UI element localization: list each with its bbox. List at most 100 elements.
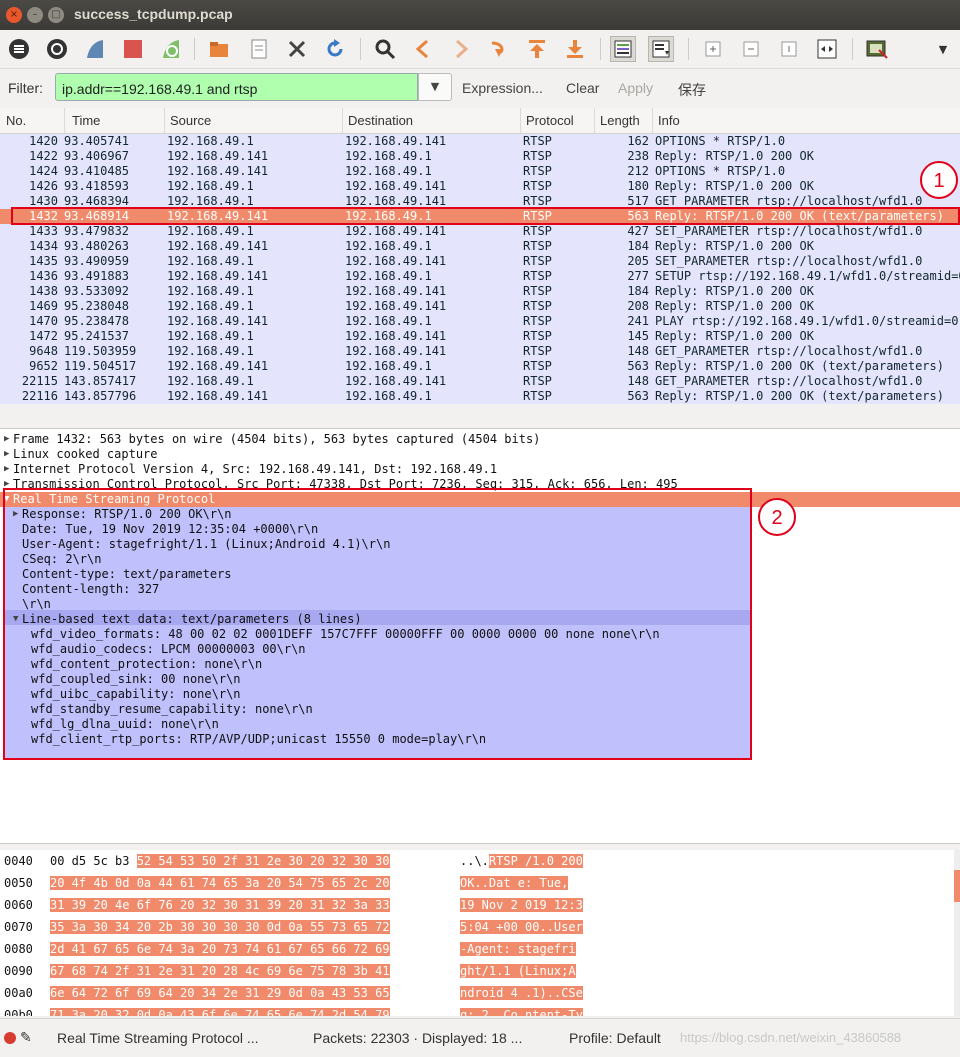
packet-cell-info: Reply: RTSP/1.0 200 OK (655, 149, 814, 163)
ascii-bytes[interactable]: q: 2..Co ntent-Ty (460, 1004, 583, 1016)
hex-scrollbar[interactable] (954, 850, 960, 1016)
hex-row: 00a0 6e 64 72 6f 69 64 20 34 2e 31 29 0d … (0, 982, 960, 1004)
packet-row[interactable]: 22116 143.857796 192.168.49.141 192.168.49.… (0, 389, 960, 404)
resize-columns-icon[interactable] (814, 36, 840, 62)
colorize-icon[interactable] (610, 36, 636, 62)
packet-cell-src: 192.168.49.141 (167, 359, 269, 373)
ascii-bytes[interactable]: ..\.RTSP /1.0 200 (460, 850, 583, 872)
packet-cell-len: 277 (627, 269, 649, 283)
hex-bytes[interactable]: 2d 41 67 65 6e 74 3a 20 73 74 61 67 65 6… (50, 938, 390, 960)
ascii-bytes[interactable]: ght/1.1 (Linux;A (460, 960, 576, 982)
save-filter-button[interactable]: 保存 (678, 80, 706, 100)
packet-row[interactable]: 9648 119.503959 192.168.49.1 192.168.49.141… (0, 344, 960, 359)
status-profile[interactable]: Profile: Default (569, 1030, 661, 1046)
column-header-protocol[interactable]: Protocol (526, 113, 574, 128)
hex-bytes[interactable]: 20 4f 4b 0d 0a 44 61 74 65 3a 20 54 75 6… (50, 872, 390, 894)
collapsed-arrow-icon[interactable]: ▶ (4, 462, 9, 477)
close-file-icon[interactable] (284, 36, 310, 62)
normal-size-icon[interactable] (776, 36, 802, 62)
column-header-destination[interactable]: Destination (348, 113, 413, 128)
more-icon[interactable]: ▼ (930, 36, 956, 62)
detail-line[interactable]: ▶ Frame 1432: 563 bytes on wire (4504 bit… (0, 432, 960, 447)
save-file-icon[interactable] (246, 36, 272, 62)
detail-line[interactable]: ▶ Linux cooked capture (0, 447, 960, 462)
packet-row[interactable]: 1422 93.406967 192.168.49.141 192.168.49.1 R… (0, 149, 960, 164)
main-toolbar: ▼ (0, 30, 960, 69)
options-icon[interactable] (44, 36, 70, 62)
ascii-bytes[interactable]: OK..Dat e: Tue, (460, 872, 569, 894)
autoscroll-icon[interactable] (648, 36, 674, 62)
hex-offset: 0050 (4, 876, 33, 890)
reload-icon[interactable] (322, 36, 348, 62)
collapsed-arrow-icon[interactable]: ▶ (4, 432, 9, 447)
ascii-bytes[interactable]: 5:04 +00 00..User (460, 916, 583, 938)
hex-bytes[interactable]: 00 d5 5c b3 52 54 53 50 2f 31 2e 30 20 3… (50, 850, 390, 872)
pane-splitter[interactable] (0, 404, 960, 428)
clear-button[interactable]: Clear (566, 80, 599, 96)
hex-bytes[interactable]: 35 3a 30 34 20 2b 30 30 30 30 0d 0a 55 7… (50, 916, 390, 938)
go-first-icon[interactable] (524, 36, 550, 62)
zoom-in-icon[interactable] (700, 36, 726, 62)
column-header-info[interactable]: Info (658, 113, 680, 128)
packet-details-pane[interactable]: ▶ Frame 1432: 563 bytes on wire (4504 bit… (0, 428, 960, 844)
packet-list-header: No. Time Source Destination Protocol Len… (0, 108, 960, 134)
detail-line[interactable]: ▶ Internet Protocol Version 4, Src: 192.1… (0, 462, 960, 477)
minimize-window-button[interactable]: – (27, 7, 43, 23)
find-icon[interactable] (372, 36, 398, 62)
hex-bytes[interactable]: 6e 64 72 6f 69 64 20 34 2e 31 29 0d 0a 4… (50, 982, 390, 1004)
ascii-bytes[interactable]: -Agent: stagefri (460, 938, 576, 960)
packet-row[interactable]: 1433 93.479832 192.168.49.1 192.168.49.141 R… (0, 224, 960, 239)
packet-list[interactable]: No. Time Source Destination Protocol Len… (0, 108, 960, 404)
packet-row[interactable]: 9652 119.504517 192.168.49.141 192.168.49.1… (0, 359, 960, 374)
packet-row[interactable]: 1430 93.468394 192.168.49.1 192.168.49.141 R… (0, 194, 960, 209)
interfaces-icon[interactable] (6, 36, 32, 62)
packet-row[interactable]: 1436 93.491883 192.168.49.141 192.168.49.1 R… (0, 269, 960, 284)
ascii-bytes[interactable]: 19 Nov 2 019 12:3 (460, 894, 583, 916)
packet-row[interactable]: 1420 93.405741 192.168.49.1 192.168.49.141 R… (0, 134, 960, 149)
hex-bytes-highlighted: 35 3a 30 34 20 2b 30 30 30 30 0d 0a 55 7… (50, 920, 390, 934)
packet-row[interactable]: 1470 95.238478 192.168.49.141 192.168.49.1 R… (0, 314, 960, 329)
packet-cell-no: 1432 (29, 209, 58, 223)
hex-bytes[interactable]: 31 39 20 4e 6f 76 20 32 30 31 39 20 31 3… (50, 894, 390, 916)
hex-bytes[interactable]: 71 3a 20 32 0d 0a 43 6f 6e 74 65 6e 74 2… (50, 1004, 390, 1016)
hex-bytes[interactable]: 67 68 74 2f 31 2e 31 20 28 4c 69 6e 75 7… (50, 960, 390, 982)
packet-row[interactable]: 1424 93.410485 192.168.49.141 192.168.49.1 R… (0, 164, 960, 179)
filter-dropdown-button[interactable]: ▼ (418, 73, 452, 101)
column-header-length[interactable]: Length (600, 113, 640, 128)
packet-row[interactable]: 1426 93.418593 192.168.49.1 192.168.49.141 R… (0, 179, 960, 194)
zoom-out-icon[interactable] (738, 36, 764, 62)
window-title: success_tcpdump.pcap (74, 6, 233, 22)
packet-bytes-pane[interactable]: 0040 00 d5 5c b3 52 54 53 50 2f 31 2e 30 … (0, 850, 960, 1016)
edit-comment-icon[interactable]: ✎ (20, 1029, 32, 1046)
packet-row[interactable]: 22115 143.857417 192.168.49.1 192.168.49.14… (0, 374, 960, 389)
start-capture-icon[interactable] (82, 36, 108, 62)
ascii-bytes[interactable]: ndroid 4 .1)..CSe (460, 982, 583, 1004)
collapsed-arrow-icon[interactable]: ▶ (4, 447, 9, 462)
stop-capture-icon[interactable] (120, 36, 146, 62)
packet-row[interactable]: 1435 93.490959 192.168.49.1 192.168.49.141 R… (0, 254, 960, 269)
capture-filters-icon[interactable] (864, 36, 890, 62)
go-forward-icon[interactable] (448, 36, 474, 62)
filter-input[interactable]: ip.addr==192.168.49.1 and rtsp (55, 73, 418, 101)
go-to-packet-icon[interactable] (486, 36, 512, 62)
hex-scrollbar-thumb[interactable] (954, 870, 960, 902)
column-header-time[interactable]: Time (72, 113, 100, 128)
packet-row-selected[interactable]: 1432 93.468914 192.168.49.141 192.168.49.1 R… (0, 209, 960, 224)
packet-row[interactable]: 1434 93.480263 192.168.49.141 192.168.49.1 R… (0, 239, 960, 254)
close-window-button[interactable]: × (6, 7, 22, 23)
open-file-icon[interactable] (206, 36, 232, 62)
go-back-icon[interactable] (410, 36, 436, 62)
packet-row[interactable]: 1472 95.241537 192.168.49.1 192.168.49.141 R… (0, 329, 960, 344)
maximize-window-button[interactable]: □ (48, 7, 64, 23)
column-header-no[interactable]: No. (6, 113, 26, 128)
packet-row[interactable]: 1438 93.533092 192.168.49.1 192.168.49.141 R… (0, 284, 960, 299)
go-last-icon[interactable] (562, 36, 588, 62)
expert-info-icon[interactable] (4, 1032, 16, 1044)
restart-capture-icon[interactable] (158, 36, 184, 62)
column-header-source[interactable]: Source (170, 113, 211, 128)
packet-row[interactable]: 1469 95.238048 192.168.49.1 192.168.49.141 R… (0, 299, 960, 314)
ascii-highlighted: -Agent: stagefri (460, 942, 576, 956)
packet-cell-info: Reply: RTSP/1.0 200 OK (655, 179, 814, 193)
apply-button[interactable]: Apply (618, 80, 653, 96)
expression-button[interactable]: Expression... (462, 80, 543, 96)
